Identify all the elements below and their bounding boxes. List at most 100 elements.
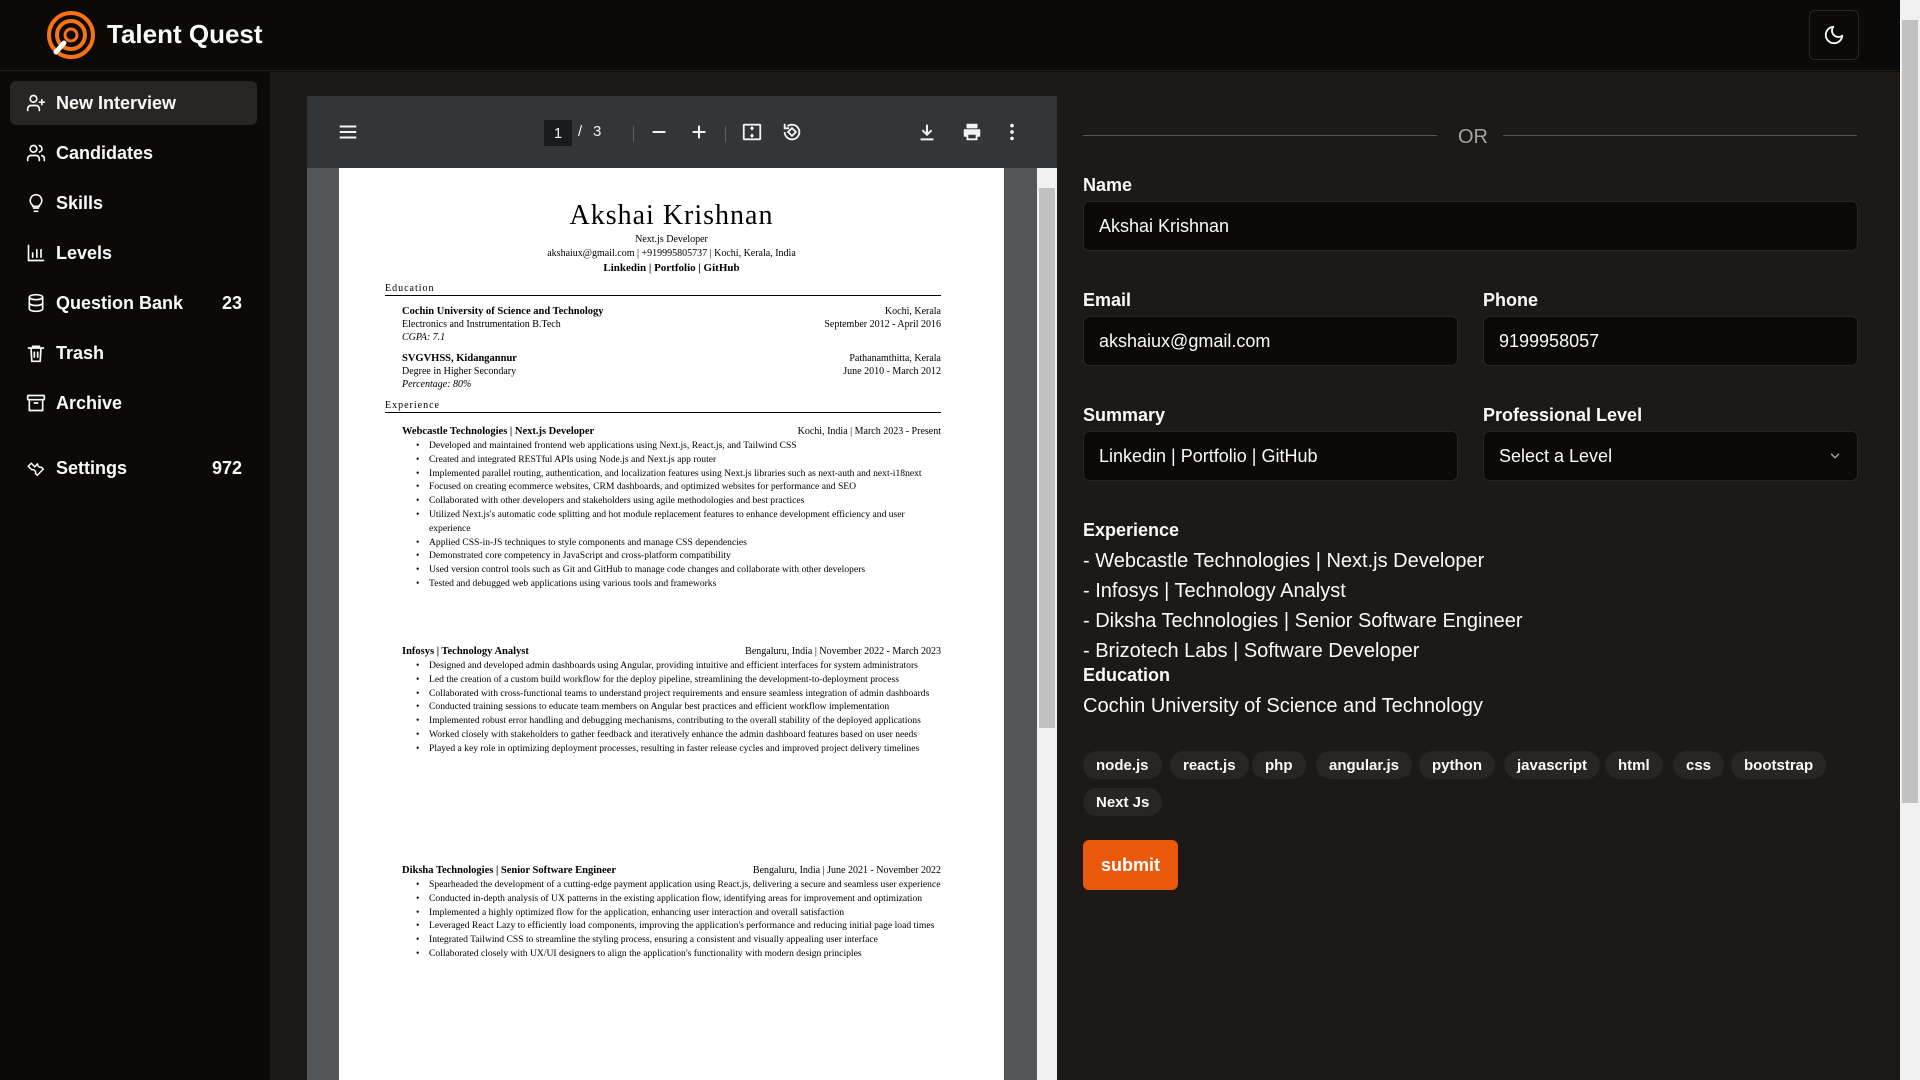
- plus-icon: [692, 125, 706, 139]
- resume-bullet: Created and integrated RESTful APIs usin…: [416, 453, 943, 467]
- submit-button[interactable]: submit: [1083, 840, 1178, 890]
- resume-bullet: Collaborated with cross-functional teams…: [416, 687, 943, 701]
- resume-bullet: Leveraged React Lazy to efficiently load…: [416, 919, 943, 933]
- summary-label: Summary: [1083, 405, 1166, 425]
- sidebar-item-settings[interactable]: Settings 972: [10, 446, 257, 490]
- resume-job-title: Diksha Technologies | Senior Software En…: [402, 865, 616, 876]
- sidebar-item-skills[interactable]: Skills: [10, 181, 257, 225]
- rotate-button[interactable]: [780, 120, 804, 144]
- experience-item: - Infosys | Technology Analyst: [1083, 580, 1346, 602]
- rotate-icon: [783, 123, 801, 141]
- sidebar-item-new-interview[interactable]: New Interview: [10, 81, 257, 125]
- print-button[interactable]: [960, 120, 984, 144]
- resume-school: Cochin University of Science and Technol…: [402, 306, 604, 317]
- skill-chip[interactable]: javascript: [1504, 751, 1601, 779]
- resume-education-row: Electronics and Instrumentation B.Tech S…: [402, 319, 941, 330]
- resume-dates: June 2010 - March 2012: [843, 366, 941, 377]
- sidebar: New Interview Candidates Skills Levels Q…: [0, 72, 270, 1080]
- professional-level-label: Professional Level: [1483, 405, 1643, 425]
- skill-chip[interactable]: Next Js: [1083, 788, 1163, 816]
- pdf-menu-button[interactable]: [336, 120, 360, 144]
- resume-contact: akshaiux@gmail.com | +919995805737 | Koc…: [547, 248, 796, 259]
- name-label: Name: [1083, 175, 1133, 195]
- resume-bullet: Conducted in-depth analysis of UX patter…: [416, 892, 943, 906]
- resume-score: CGPA: 7.1: [402, 332, 446, 343]
- sidebar-item-candidates[interactable]: Candidates: [10, 131, 257, 175]
- sidebar-item-label: New Interview: [56, 92, 177, 113]
- talent-quest-logo-icon: [47, 11, 95, 59]
- skill-chip[interactable]: bootstrap: [1731, 751, 1827, 779]
- or-divider-left: [1083, 135, 1437, 136]
- skill-chip[interactable]: css: [1673, 751, 1725, 779]
- page-number-input[interactable]: 1: [544, 120, 572, 146]
- sidebar-item-label: Settings: [56, 457, 128, 478]
- printer-icon: [963, 123, 981, 141]
- resume-bullets: Designed and developed admin dashboards …: [416, 659, 943, 756]
- fit-to-page-icon: [742, 123, 762, 141]
- email-field[interactable]: akshaiux@gmail.com: [1083, 316, 1458, 366]
- resume-bullet: Implemented a highly optimized flow for …: [416, 906, 943, 920]
- resume-bullet: Collaborated with other developers and s…: [416, 494, 943, 508]
- resume-job-meta: Bengaluru, India | November 2022 - March…: [745, 646, 941, 657]
- resume-bullet: Worked closely with stakeholders to gath…: [416, 728, 943, 742]
- resume-bullet: Conducted training sessions to educate t…: [416, 700, 943, 714]
- sidebar-item-label: Levels: [56, 242, 113, 263]
- resume-job-row: Infosys | Technology Analyst Bengaluru, …: [402, 646, 941, 657]
- resume-education-row: Degree in Higher Secondary June 2010 - M…: [402, 366, 941, 377]
- fit-page-button[interactable]: [740, 120, 764, 144]
- sidebar-item-question-bank[interactable]: Question Bank 23: [10, 281, 257, 325]
- resume-bullet: Focused on creating ecommerce websites, …: [416, 480, 943, 494]
- skill-chip[interactable]: python: [1419, 751, 1495, 779]
- resume-school: SVGVHSS, Kidangannur: [402, 353, 517, 364]
- resume-links[interactable]: Linkedin | Portfolio | GitHub: [339, 262, 1004, 274]
- phone-field[interactable]: 9199958057: [1483, 316, 1858, 366]
- sidebar-item-label: Archive: [56, 392, 123, 413]
- resume-bullet: Collaborated closely with UX/UI designer…: [416, 947, 943, 961]
- resume-job-meta: Kochi, India | March 2023 - Present: [797, 426, 941, 437]
- sidebar-item-archive[interactable]: Archive: [10, 381, 257, 425]
- experience-item: - Brizotech Labs | Software Developer: [1083, 640, 1420, 662]
- zoom-in-button[interactable]: [687, 120, 711, 144]
- wrench-icon: [27, 462, 45, 477]
- resume-experience-heading: Experience: [385, 400, 941, 413]
- experience-label: Experience: [1083, 520, 1180, 540]
- resume-job-row: Diksha Technologies | Senior Software En…: [402, 865, 941, 876]
- page-total: 3: [593, 123, 602, 140]
- professional-level-select[interactable]: Select a Level: [1483, 431, 1858, 481]
- sidebar-item-label: Trash: [56, 342, 105, 363]
- zoom-out-button[interactable]: [647, 120, 671, 144]
- sidebar-item-label: Candidates: [56, 142, 154, 163]
- theme-toggle-button[interactable]: [1809, 10, 1859, 60]
- question-bank-count: 23: [221, 292, 242, 313]
- hamburger-menu-icon: [339, 125, 357, 139]
- resume-education-row: Cochin University of Science and Technol…: [402, 306, 941, 317]
- pdf-viewer: 1 / 3 Akshai Krishnan Next.js Developer …: [307, 96, 1057, 1080]
- skill-chip[interactable]: html: [1605, 751, 1663, 779]
- resume-job-meta: Bengaluru, India | June 2021 - November …: [752, 865, 941, 876]
- pdf-scrollbar-thumb[interactable]: [1039, 188, 1055, 728]
- phone-label: Phone: [1483, 290, 1539, 310]
- skill-chip[interactable]: react.js: [1170, 751, 1249, 779]
- resume-education-heading: Education: [385, 283, 941, 296]
- page-scrollbar-thumb[interactable]: [1902, 20, 1918, 803]
- sidebar-item-trash[interactable]: Trash: [10, 331, 257, 375]
- sidebar-item-levels[interactable]: Levels: [10, 231, 257, 275]
- download-icon: [920, 124, 934, 141]
- summary-field[interactable]: Linkedin | Portfolio | GitHub: [1083, 431, 1458, 481]
- toolbar-divider: [725, 126, 726, 142]
- resume-bullet: Demonstrated core competency in JavaScri…: [416, 549, 943, 563]
- database-icon: [28, 293, 44, 313]
- chevron-down-icon: [1830, 453, 1840, 459]
- or-text: OR: [1458, 126, 1488, 148]
- page-separator: /: [578, 123, 583, 140]
- skill-chip[interactable]: php: [1252, 751, 1306, 779]
- resume-job-title: Infosys | Technology Analyst: [402, 646, 529, 657]
- skill-chip[interactable]: node.js: [1083, 751, 1162, 779]
- more-options-button[interactable]: [1000, 120, 1024, 144]
- or-divider-right: [1503, 135, 1857, 136]
- name-field[interactable]: Akshai Krishnan: [1083, 201, 1858, 251]
- download-button[interactable]: [915, 120, 939, 144]
- resume-dates: September 2012 - April 2016: [824, 319, 941, 330]
- experience-item: - Diksha Technologies | Senior Software …: [1083, 610, 1523, 632]
- skill-chip[interactable]: angular.js: [1316, 751, 1413, 779]
